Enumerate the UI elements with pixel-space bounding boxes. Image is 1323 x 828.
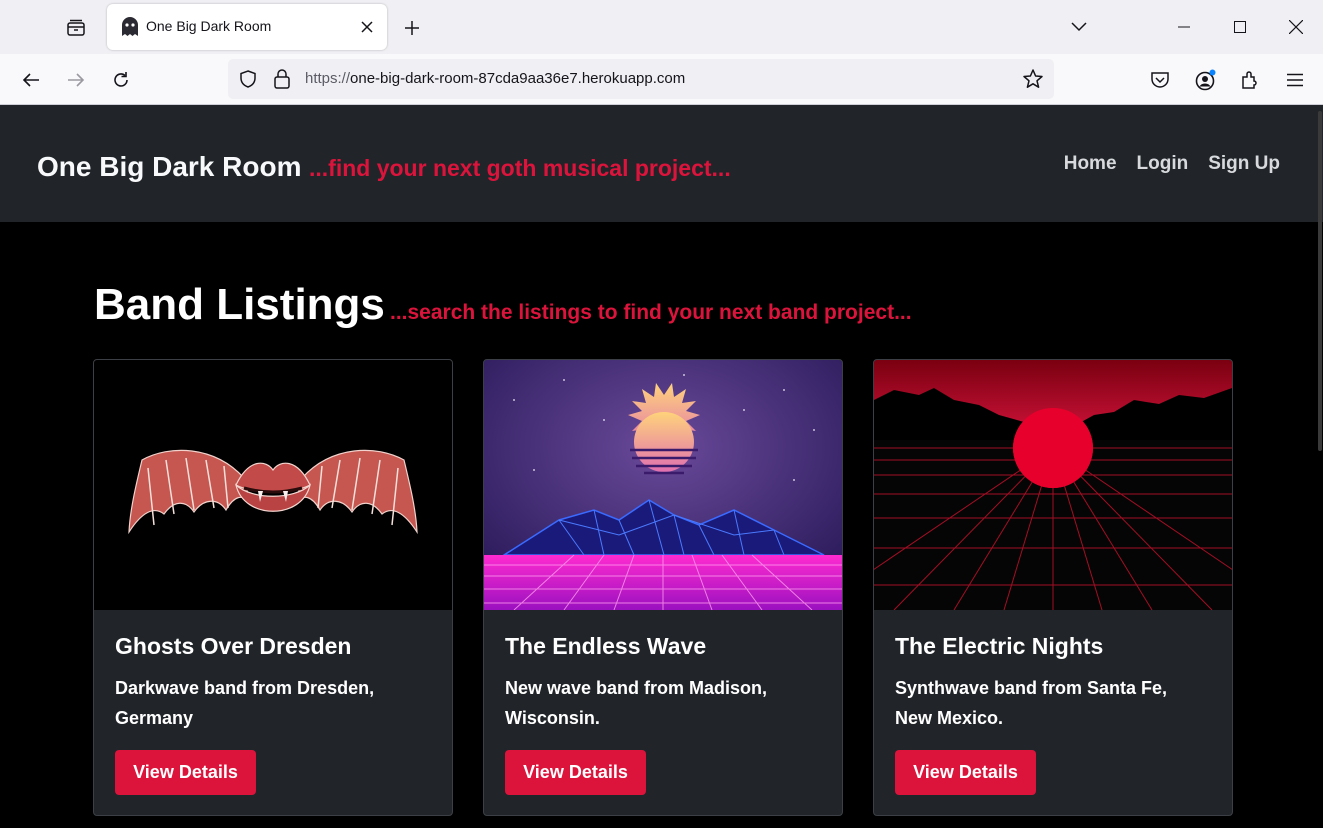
extensions-button[interactable]	[1236, 66, 1264, 94]
reload-button[interactable]	[105, 64, 137, 96]
minimize-button[interactable]	[1161, 9, 1207, 45]
back-button[interactable]	[15, 64, 47, 96]
band-card-title: The Endless Wave	[505, 633, 707, 659]
nav-login-link[interactable]: Login	[1137, 153, 1189, 175]
shield-icon[interactable]	[238, 69, 258, 89]
retro-sun-mountains-image	[484, 360, 842, 610]
band-card: The Endless Wave New wave band from Madi…	[483, 359, 843, 816]
reload-icon	[114, 72, 128, 87]
url-host: one-big-dark-room-87cda9aa36e7.herokuapp…	[350, 70, 686, 87]
lock-icon[interactable]	[272, 68, 292, 90]
chevron-down-icon	[1071, 22, 1087, 32]
account-icon	[1195, 69, 1216, 91]
tab-manager-icon	[67, 19, 85, 36]
tab-title: One Big Dark Room	[146, 18, 272, 34]
site-tagline: ...find your next goth musical project..…	[309, 155, 731, 181]
browser-tab-bar: One Big Dark Room	[0, 0, 1323, 54]
red-sun-grid-image	[874, 360, 1232, 610]
window-close-icon	[1289, 20, 1303, 34]
maximize-button[interactable]	[1217, 9, 1263, 45]
ghost-favicon-icon	[122, 17, 138, 36]
pocket-button[interactable]	[1146, 66, 1174, 94]
url-scheme: https://	[305, 70, 351, 87]
band-card: Ghosts Over Dresden Darkwave band from D…	[93, 359, 453, 816]
page-scrollbar[interactable]	[1318, 111, 1322, 451]
arrow-right-icon	[68, 73, 85, 87]
band-card-description: Synthwave band from Santa Fe, New Mexico…	[895, 678, 1168, 728]
web-page: One Big Dark Room ...find your next goth…	[0, 105, 1323, 828]
puzzle-icon	[1242, 71, 1257, 89]
browser-nav-bar: https://one-big-dark-room-87cda9aa36e7.h…	[0, 54, 1323, 105]
tab-overview-button[interactable]	[60, 12, 92, 44]
band-card-description: Darkwave band from Dresden, Germany	[115, 678, 375, 728]
maximize-icon	[1234, 21, 1246, 33]
nav-signup-link[interactable]: Sign Up	[1208, 153, 1280, 175]
forward-button[interactable]	[60, 64, 92, 96]
view-details-button[interactable]: View Details	[115, 750, 256, 795]
band-card: The Electric Nights Synthwave band from …	[873, 359, 1233, 816]
new-tab-button[interactable]	[398, 14, 426, 42]
address-bar[interactable]: https://one-big-dark-room-87cda9aa36e7.h…	[228, 59, 1054, 99]
bookmark-star-icon[interactable]	[1022, 68, 1044, 90]
minimize-icon	[1178, 26, 1190, 28]
band-card-title: Ghosts Over Dresden	[115, 633, 352, 659]
account-button[interactable]	[1192, 66, 1220, 94]
site-brand-link[interactable]: One Big Dark Room	[37, 151, 301, 183]
site-header: One Big Dark Room ...find your next goth…	[0, 105, 1323, 222]
list-all-tabs-button[interactable]	[1066, 14, 1092, 40]
band-card-description: New wave band from Madison, Wisconsin.	[505, 678, 768, 728]
nav-home-link[interactable]: Home	[1064, 153, 1117, 175]
close-icon	[361, 21, 373, 33]
band-card-title: The Electric Nights	[895, 633, 1104, 659]
url-text[interactable]: https://one-big-dark-room-87cda9aa36e7.h…	[305, 70, 685, 87]
arrow-left-icon	[22, 73, 39, 87]
tab-close-button[interactable]	[357, 17, 377, 37]
page-title: Band Listings	[94, 280, 385, 329]
pocket-icon	[1151, 72, 1169, 88]
view-details-button[interactable]: View Details	[505, 750, 646, 795]
view-details-button[interactable]: View Details	[895, 750, 1036, 795]
winged-lips-image	[94, 360, 452, 610]
page-subtitle: ...search the listings to find your next…	[390, 301, 912, 324]
site-nav: Home Login Sign Up	[1064, 153, 1280, 175]
plus-icon	[405, 21, 419, 35]
app-menu-button[interactable]	[1281, 66, 1309, 94]
window-close-button[interactable]	[1273, 9, 1319, 45]
hamburger-menu-icon	[1287, 73, 1303, 87]
browser-tab[interactable]: One Big Dark Room	[107, 4, 387, 50]
